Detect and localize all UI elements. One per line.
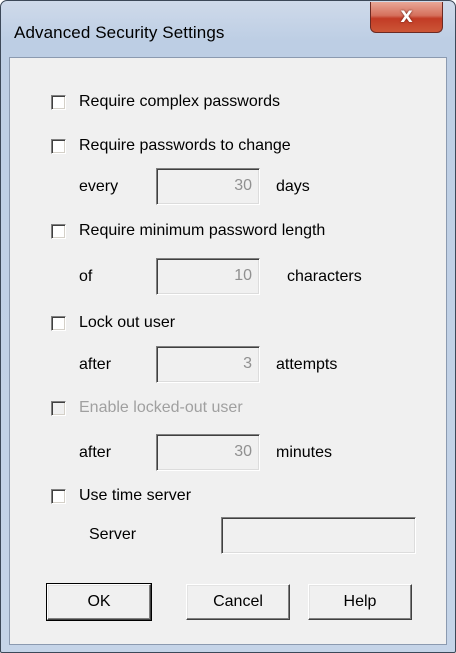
window-title: Advanced Security Settings (14, 23, 225, 42)
cancel-button[interactable]: Cancel (186, 584, 290, 620)
complex-passwords-checkbox[interactable] (51, 95, 66, 110)
enable-locked-minutes-value: 30 (234, 443, 252, 460)
min-length-suffix: characters (287, 268, 362, 285)
complex-passwords-label[interactable]: Require complex passwords (79, 92, 280, 112)
min-length-prefix: of (79, 268, 93, 285)
enable-locked-suffix: minutes (276, 444, 333, 461)
lockout-attempts-value: 3 (243, 355, 252, 372)
min-length-label[interactable]: Require minimum password length (79, 221, 325, 241)
password-change-suffix: days (276, 178, 310, 195)
time-server-checkbox[interactable] (51, 489, 66, 504)
min-length-field[interactable]: 10 (156, 258, 260, 295)
server-label: Server (89, 526, 137, 543)
password-change-label[interactable]: Require passwords to change (79, 136, 291, 156)
min-length-value: 10 (234, 267, 252, 284)
close-icon: X (400, 7, 413, 26)
min-length-checkbox[interactable] (51, 224, 66, 239)
lockout-suffix: attempts (276, 356, 338, 373)
password-change-days-value: 30 (234, 177, 252, 194)
help-button[interactable]: Help (308, 584, 412, 620)
enable-locked-prefix: after (79, 444, 112, 461)
password-change-days-field[interactable]: 30 (156, 168, 260, 205)
lockout-checkbox[interactable] (51, 316, 66, 331)
enable-locked-checkbox[interactable] (51, 401, 66, 416)
lockout-prefix: after (79, 356, 112, 373)
time-server-label[interactable]: Use time server (79, 486, 191, 506)
enable-locked-minutes-field[interactable]: 30 (156, 434, 260, 471)
dialog-window: Advanced Security Settings X Require com… (0, 0, 456, 653)
lockout-label[interactable]: Lock out user (79, 313, 175, 333)
ok-button[interactable]: OK (46, 583, 152, 621)
close-button[interactable]: X (370, 2, 443, 33)
enable-locked-label[interactable]: Enable locked-out user (79, 398, 243, 418)
password-change-prefix: every (79, 178, 119, 195)
dialog-body: Require complex passwords Require passwo… (9, 57, 447, 645)
password-change-checkbox[interactable] (51, 139, 66, 154)
lockout-attempts-field[interactable]: 3 (156, 346, 260, 383)
server-field[interactable] (221, 517, 416, 554)
